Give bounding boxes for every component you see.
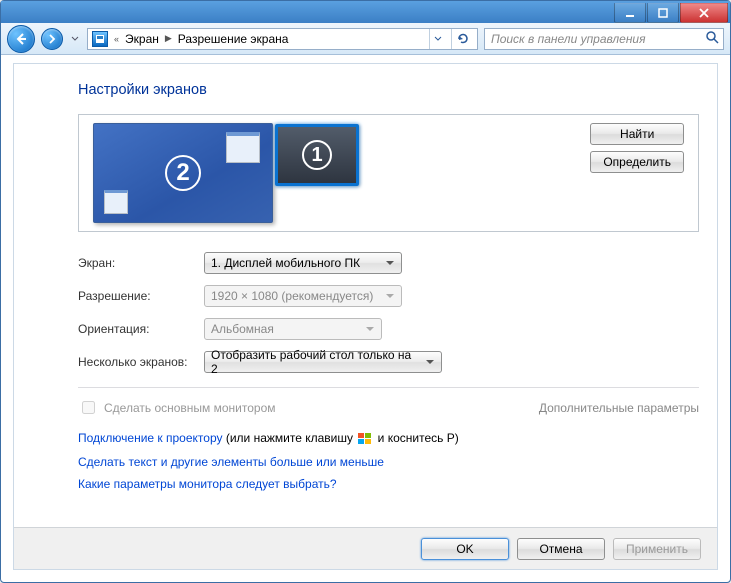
- search-box[interactable]: [484, 28, 724, 50]
- dropdown-value: Альбомная: [211, 322, 274, 336]
- cancel-button[interactable]: Отмена: [517, 538, 605, 560]
- screen-label: Экран:: [78, 256, 204, 270]
- minimize-icon: [625, 8, 635, 18]
- page-title: Настройки экранов: [78, 82, 699, 98]
- content-panel: Настройки экранов 2 1 Найти Определить Э…: [13, 63, 718, 570]
- breadcrumb-separator: «: [114, 34, 119, 44]
- projector-line: Подключение к проектору (или нажмите кла…: [78, 431, 699, 445]
- make-primary-label: Сделать основным монитором: [104, 401, 276, 415]
- multi-display-dropdown[interactable]: Отобразить рабочий стол только на 2: [204, 351, 442, 373]
- breadcrumb-item[interactable]: Экран: [125, 32, 159, 46]
- advanced-settings-link[interactable]: Дополнительные параметры: [539, 401, 699, 415]
- address-dropdown[interactable]: [429, 29, 445, 49]
- maximize-icon: [658, 8, 668, 18]
- projector-link[interactable]: Подключение к проектору: [78, 431, 223, 445]
- resolution-label: Разрешение:: [78, 289, 204, 303]
- display-number: 2: [165, 155, 201, 191]
- chevron-down-icon: [434, 35, 442, 43]
- breadcrumb-item[interactable]: Разрешение экрана: [178, 32, 289, 46]
- back-button[interactable]: [7, 25, 35, 53]
- displays-canvas[interactable]: 2 1: [93, 123, 590, 223]
- windows-key-icon: [358, 433, 372, 445]
- control-panel-icon: [92, 31, 108, 47]
- titlebar: [1, 1, 730, 23]
- text-size-link[interactable]: Сделать текст и другие элементы больше и…: [78, 455, 384, 469]
- dropdown-value: 1. Дисплей мобильного ПК: [211, 256, 360, 270]
- breadcrumb-chevron-icon: ▶: [165, 33, 172, 44]
- arrow-right-icon: [47, 34, 57, 44]
- address-bar[interactable]: « Экран ▶ Разрешение экрана: [87, 28, 478, 50]
- refresh-button[interactable]: [451, 29, 473, 49]
- ok-button[interactable]: OK: [421, 538, 509, 560]
- dropdown-value: Отобразить рабочий стол только на 2: [211, 348, 419, 376]
- close-button[interactable]: [680, 3, 728, 23]
- multi-display-label: Несколько экранов:: [78, 355, 204, 369]
- display-2[interactable]: 2: [93, 123, 273, 223]
- window-frame: « Экран ▶ Разрешение экрана Настройки эк…: [0, 0, 731, 583]
- history-dropdown[interactable]: [69, 28, 81, 50]
- minimize-button[interactable]: [614, 3, 646, 23]
- refresh-icon: [456, 32, 470, 46]
- search-icon: [705, 30, 719, 47]
- screen-dropdown[interactable]: 1. Дисплей мобильного ПК: [204, 252, 402, 274]
- separator: [78, 387, 699, 388]
- navigation-bar: « Экран ▶ Разрешение экрана: [1, 23, 730, 55]
- projector-hint-text: (или нажмите клавишу: [223, 431, 357, 445]
- find-button[interactable]: Найти: [590, 123, 684, 145]
- detect-button[interactable]: Определить: [590, 151, 684, 173]
- dialog-footer: OK Отмена Применить: [14, 527, 717, 569]
- display-1[interactable]: 1: [275, 124, 359, 186]
- display-number: 1: [302, 140, 332, 170]
- maximize-button[interactable]: [647, 3, 679, 23]
- orientation-dropdown: Альбомная: [204, 318, 382, 340]
- arrow-left-icon: [14, 32, 28, 46]
- projector-hint-text-2: и коснитесь P): [374, 431, 458, 445]
- displays-preview-frame: 2 1 Найти Определить: [78, 114, 699, 232]
- close-icon: [699, 8, 709, 18]
- forward-button[interactable]: [41, 28, 63, 50]
- display-action-buttons: Найти Определить: [590, 123, 684, 173]
- apply-button: Применить: [613, 538, 701, 560]
- chevron-down-icon: [71, 35, 79, 43]
- which-monitor-link[interactable]: Какие параметры монитора следует выбрать…: [78, 477, 337, 491]
- search-input[interactable]: [489, 31, 705, 47]
- resolution-dropdown: 1920 × 1080 (рекомендуется): [204, 285, 402, 307]
- dropdown-value: 1920 × 1080 (рекомендуется): [211, 289, 373, 303]
- make-primary-checkbox: [82, 401, 95, 414]
- orientation-label: Ориентация:: [78, 322, 204, 336]
